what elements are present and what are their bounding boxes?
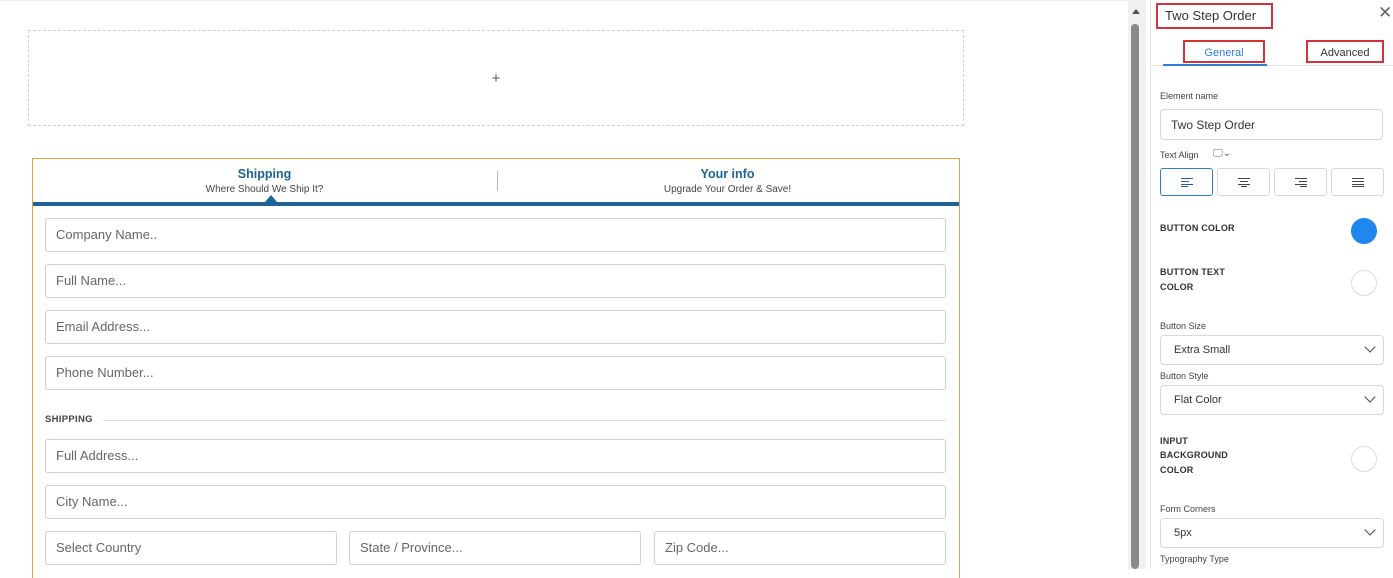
button-size-label: Button Size xyxy=(1160,321,1207,331)
button-style-value: Flat Color xyxy=(1174,394,1222,406)
input-bg-label-2: BACKGROUND xyxy=(1160,450,1228,460)
section-divider xyxy=(103,420,946,421)
two-step-order-form[interactable]: Shipping Where Should We Ship It? Your i… xyxy=(32,158,960,578)
align-center-button[interactable] xyxy=(1217,168,1270,196)
button-color-swatch[interactable] xyxy=(1351,218,1377,244)
step-tabs: Shipping Where Should We Ship It? Your i… xyxy=(33,159,959,206)
button-size-value: Extra Small xyxy=(1174,344,1231,356)
panel-tabs: General Advanced xyxy=(1151,34,1393,66)
active-step-arrow-icon xyxy=(265,195,277,202)
button-size-select[interactable]: Extra Small xyxy=(1160,335,1384,365)
panel-title: Two Step Order xyxy=(1156,3,1273,29)
step-your-info-subtitle: Upgrade Your Order & Save! xyxy=(663,184,792,195)
full-address-input[interactable]: Full Address... xyxy=(45,439,946,473)
form-corners-value: 5px xyxy=(1174,527,1192,539)
scroll-up-icon[interactable] xyxy=(1132,9,1140,14)
align-right-icon xyxy=(1294,177,1307,187)
step-divider xyxy=(497,171,498,191)
button-text-color-label-2: COLOR xyxy=(1160,282,1194,292)
form-corners-label: Form Corners xyxy=(1160,504,1216,514)
zip-input[interactable]: Zip Code... xyxy=(654,531,946,565)
city-input[interactable]: City Name... xyxy=(45,485,946,519)
button-style-label: Button Style xyxy=(1160,371,1209,381)
full-name-input[interactable]: Full Name... xyxy=(45,264,946,298)
align-center-icon xyxy=(1237,177,1250,187)
form-corners-select[interactable]: 5px xyxy=(1160,518,1384,548)
country-select[interactable]: Select Country xyxy=(45,531,337,565)
align-left-button[interactable] xyxy=(1160,168,1213,196)
add-section-dropzone[interactable]: + xyxy=(28,30,964,126)
state-input[interactable]: State / Province... xyxy=(349,531,641,565)
input-bg-label-3: COLOR xyxy=(1160,465,1194,475)
chevron-down-icon xyxy=(1364,341,1376,353)
active-tab-indicator xyxy=(1163,64,1267,66)
align-justify-button[interactable] xyxy=(1331,168,1384,196)
tab-advanced[interactable]: Advanced xyxy=(1306,40,1384,63)
step-your-info-title: Your info xyxy=(700,167,755,181)
step-shipping-subtitle: Where Should We Ship It? xyxy=(205,184,324,195)
close-icon[interactable]: ✕ xyxy=(1378,4,1392,21)
phone-input[interactable]: Phone Number... xyxy=(45,356,946,390)
button-style-select[interactable]: Flat Color xyxy=(1160,385,1384,415)
element-name-input[interactable]: Two Step Order xyxy=(1160,109,1383,140)
step-your-info[interactable]: Your info Upgrade Your Order & Save! xyxy=(496,159,959,202)
chevron-down-icon xyxy=(1364,391,1376,403)
tab-general[interactable]: General xyxy=(1183,40,1265,63)
align-justify-icon xyxy=(1351,177,1364,187)
shipping-section-label: SHIPPING xyxy=(45,414,93,425)
button-text-color-swatch[interactable] xyxy=(1351,270,1377,296)
settings-panel: Two Step Order ✕ General Advanced Elemen… xyxy=(1150,0,1393,569)
company-name-input[interactable]: Company Name.. xyxy=(45,218,946,252)
text-align-group xyxy=(1160,168,1384,196)
plus-icon[interactable]: + xyxy=(492,71,501,86)
typography-type-label: Typography Type xyxy=(1160,554,1229,564)
input-bg-label-1: INPUT xyxy=(1160,436,1188,446)
input-background-color-swatch[interactable] xyxy=(1351,446,1377,472)
element-name-label: Element name xyxy=(1160,91,1219,101)
monitor-icon[interactable]: 🖵⌄ xyxy=(1213,148,1231,159)
align-left-icon xyxy=(1180,177,1193,187)
email-input[interactable]: Email Address... xyxy=(45,310,946,344)
align-right-button[interactable] xyxy=(1274,168,1327,196)
step-shipping-title: Shipping xyxy=(237,167,292,181)
button-color-label: BUTTON COLOR xyxy=(1160,223,1235,233)
button-text-color-label-1: BUTTON TEXT xyxy=(1160,267,1226,277)
text-align-label: Text Align xyxy=(1160,150,1199,160)
chevron-down-icon xyxy=(1364,524,1376,536)
builder-canvas: + Shipping Where Should We Ship It? Your… xyxy=(0,0,1128,578)
canvas-scrollbar[interactable] xyxy=(1128,0,1146,569)
scroll-thumb[interactable] xyxy=(1131,24,1139,569)
